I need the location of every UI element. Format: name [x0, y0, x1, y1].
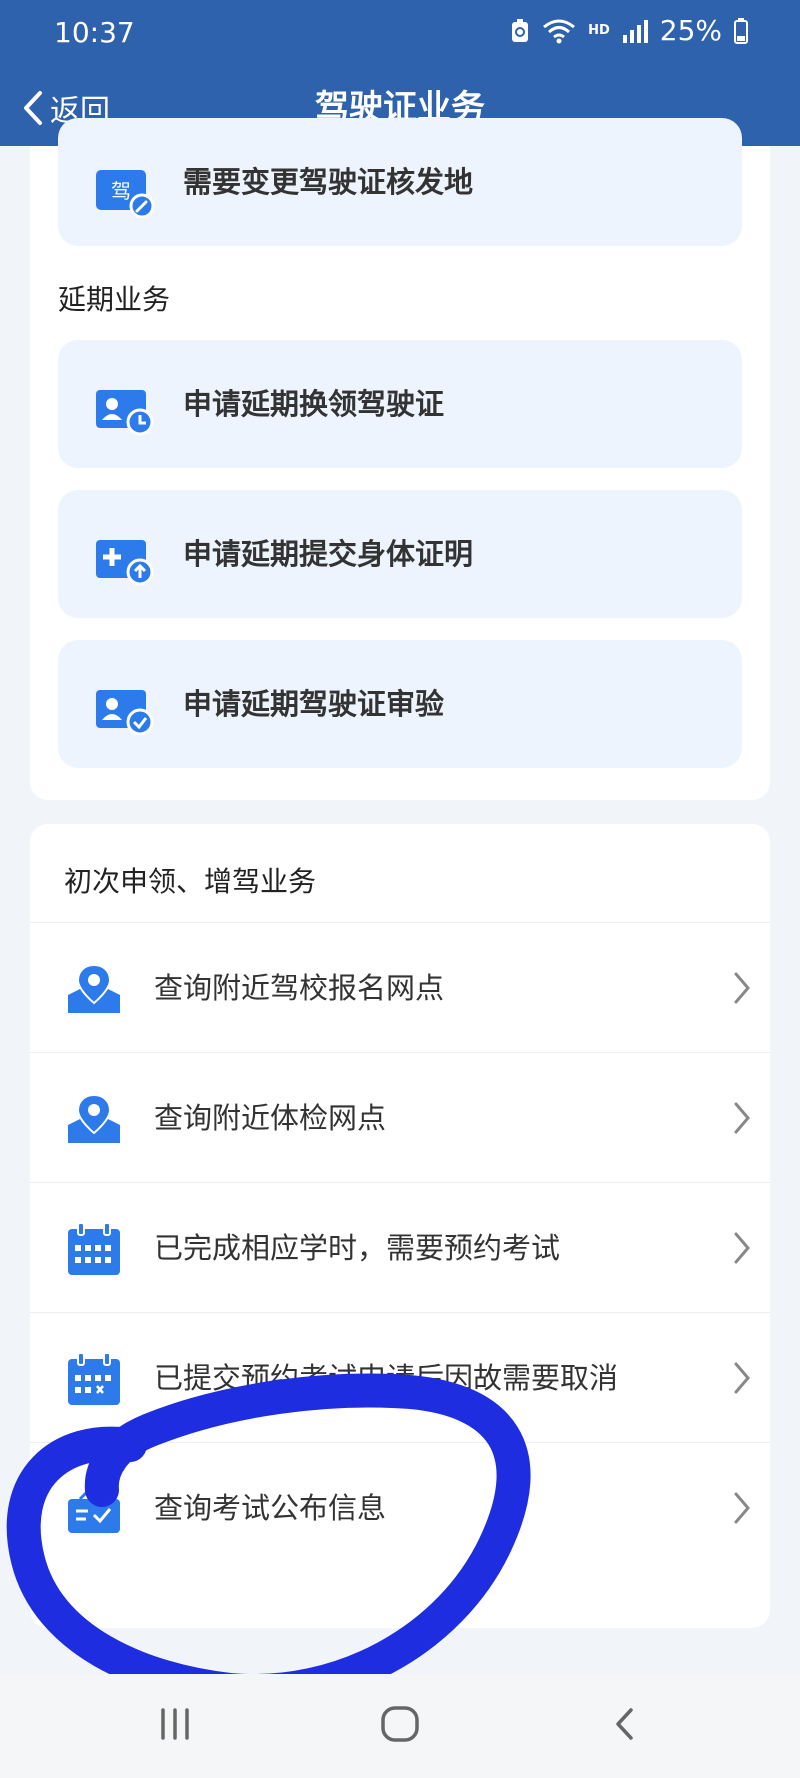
- medical-upload-icon: [96, 540, 154, 586]
- chevron-right-icon: [734, 1362, 750, 1394]
- row-label: 查询附近体检网点: [154, 1101, 387, 1135]
- status-time: 10:37: [54, 16, 135, 49]
- extension-section-title: 延期业务: [58, 283, 171, 316]
- tile-extend-renewal[interactable]: 申请延期换领驾驶证: [58, 340, 742, 468]
- row-label: 已提交预约考试申请后因故需要取消: [154, 1361, 619, 1395]
- row-cancel-exam[interactable]: 已提交预约考试申请后因故需要取消: [30, 1312, 770, 1443]
- location-pin-icon: [68, 1093, 120, 1143]
- chevron-right-icon: [734, 1492, 750, 1524]
- chevron-right-icon: [734, 972, 750, 1004]
- user-clock-icon: [96, 390, 154, 436]
- tile-label: 申请延期换领驾驶证: [183, 387, 445, 421]
- row-nearby-driving-school[interactable]: 查询附近驾校报名网点: [30, 922, 770, 1053]
- calendar-cancel-icon: [68, 1352, 120, 1405]
- row-label: 查询附近驾校报名网点: [154, 971, 445, 1005]
- battery-icon: [734, 17, 748, 44]
- chevron-right-icon: [734, 1232, 750, 1264]
- tile-label: 申请延期驾驶证审验: [183, 687, 445, 721]
- network-label: HD: [588, 23, 610, 38]
- status-bar: 10:37 HD 25%: [0, 0, 800, 70]
- status-icons: HD 25%: [510, 14, 748, 47]
- tile-change-issuing-place[interactable]: 驾 需要变更驾驶证核发地: [58, 118, 742, 246]
- system-nav-bar: [0, 1674, 800, 1778]
- tile-extend-inspection[interactable]: 申请延期驾驶证审验: [58, 640, 742, 768]
- row-label: 查询考试公布信息: [154, 1491, 387, 1525]
- signal-icon: [622, 19, 648, 43]
- tile-extend-medical-proof[interactable]: 申请延期提交身体证明: [58, 490, 742, 618]
- tile-label: 需要变更驾驶证核发地: [183, 165, 474, 199]
- wifi-icon: [543, 19, 576, 43]
- notice-board-icon: [68, 1483, 120, 1533]
- recycle-icon: [512, 18, 529, 42]
- recent-apps-icon[interactable]: [158, 1704, 192, 1744]
- row-exam-announcements[interactable]: 查询考试公布信息: [30, 1442, 770, 1573]
- tile-label: 申请延期提交身体证明: [183, 537, 474, 571]
- calendar-icon: [68, 1222, 120, 1275]
- row-book-exam[interactable]: 已完成相应学时，需要预约考试: [30, 1182, 770, 1313]
- license-badge-char: 驾: [111, 179, 131, 203]
- battery-percent: 25%: [659, 14, 722, 47]
- row-label: 已完成相应学时，需要预约考试: [154, 1231, 561, 1265]
- license-edit-icon: 驾: [96, 170, 155, 218]
- row-nearby-medical-check[interactable]: 查询附近体检网点: [30, 1052, 770, 1183]
- home-icon[interactable]: [378, 1704, 422, 1744]
- system-back-icon[interactable]: [610, 1704, 640, 1744]
- user-check-icon: [96, 690, 154, 736]
- first-license-section-title: 初次申领、增驾业务: [64, 865, 317, 898]
- location-pin-icon: [68, 963, 120, 1013]
- chevron-right-icon: [734, 1102, 750, 1134]
